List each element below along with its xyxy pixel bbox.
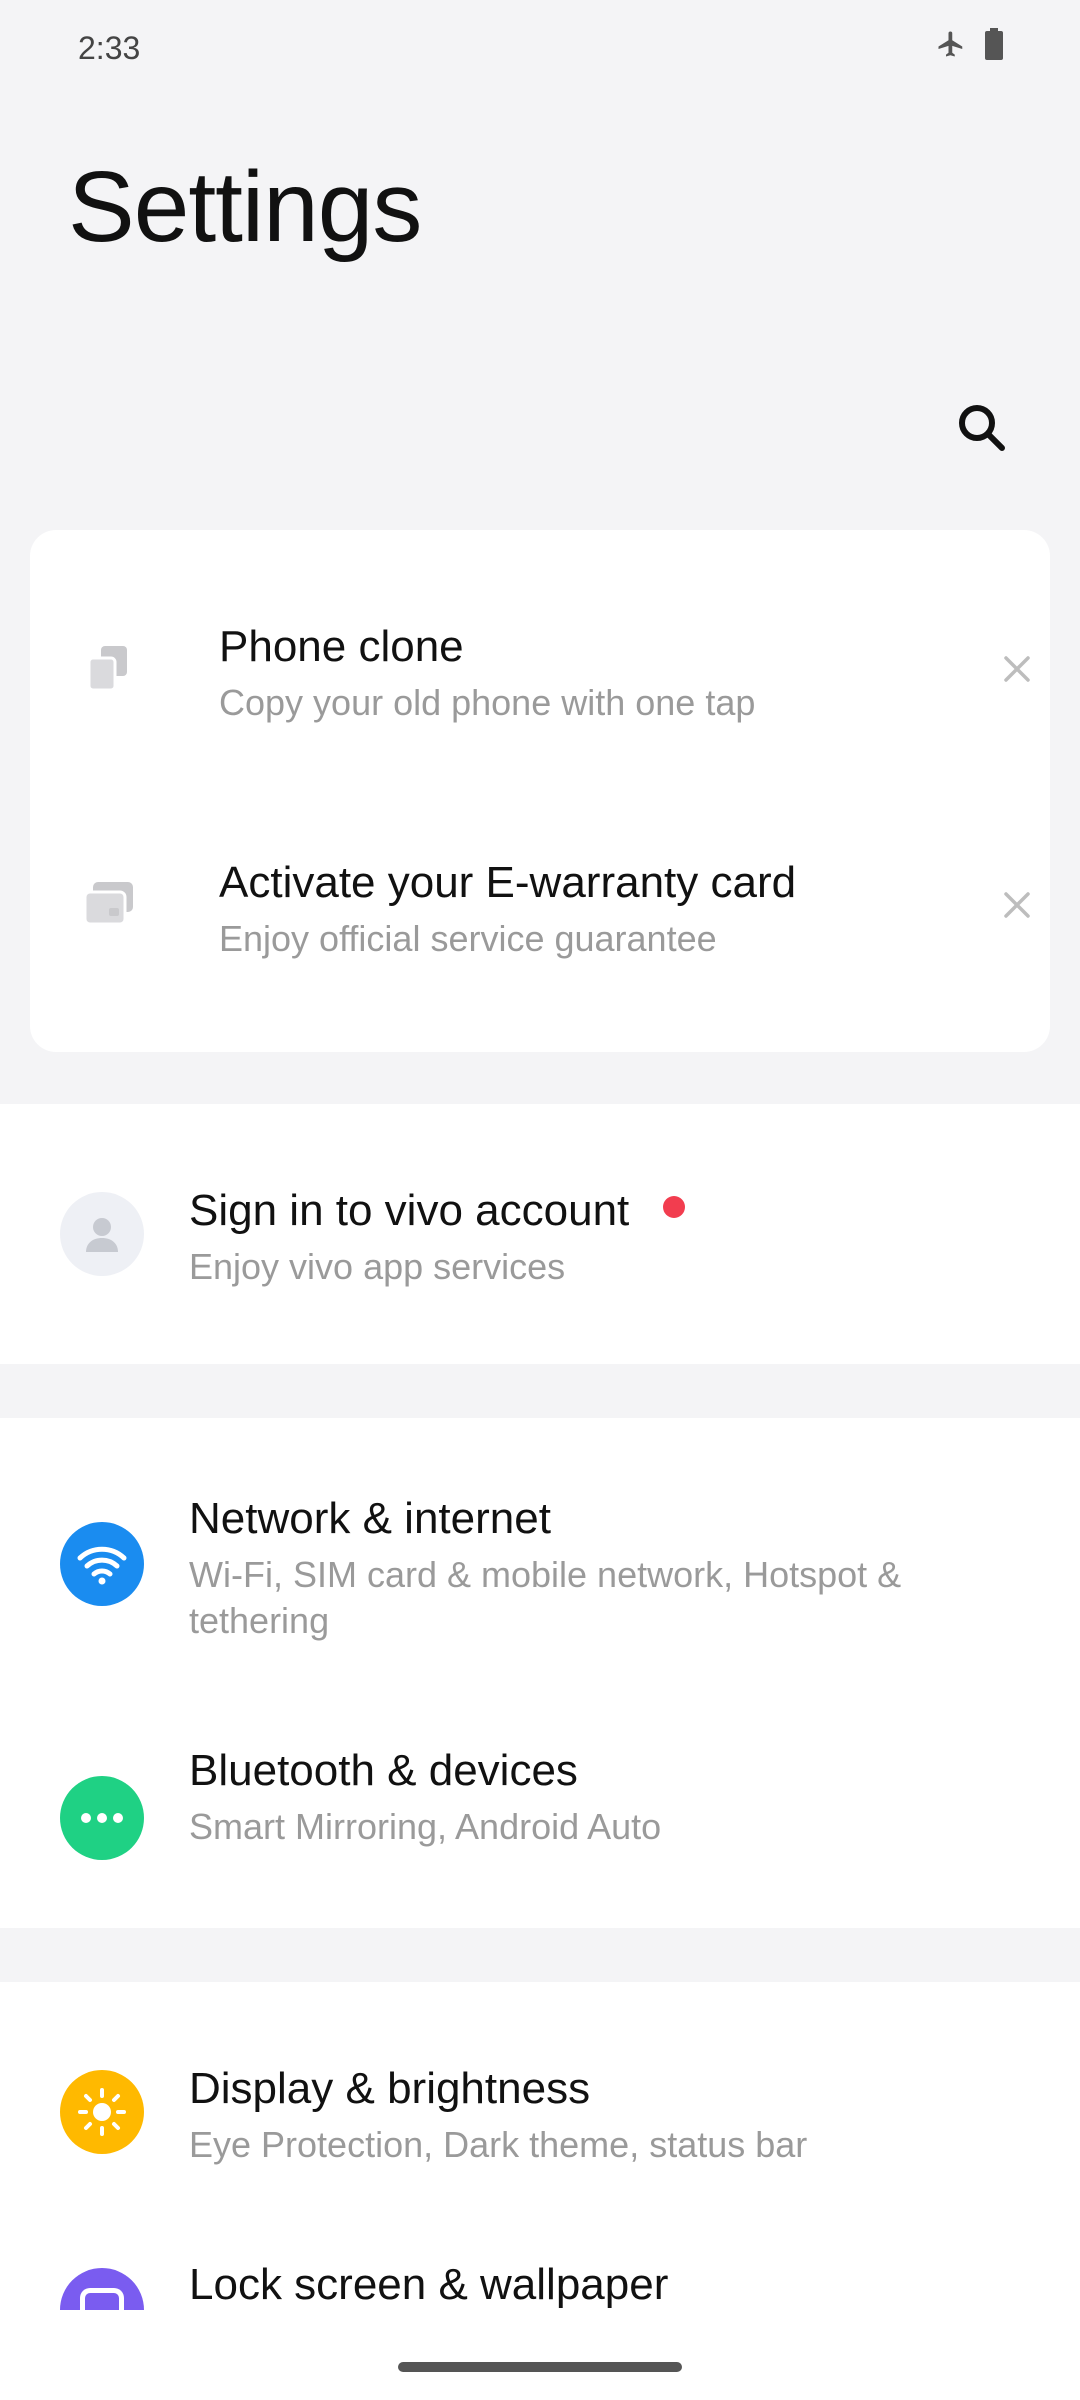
status-icons [936,28,1004,65]
network-title: Network & internet [189,1494,551,1543]
suggestion-title: Phone clone [219,622,464,671]
display-brightness-row[interactable]: Display & brightness Eye Protection, Dar… [0,1982,1080,2198]
warranty-card-icon [67,862,151,946]
account-avatar-icon [60,1192,144,1276]
battery-icon [984,28,1004,65]
suggestion-phone-clone[interactable]: Phone clone Copy your old phone with one… [30,530,1050,766]
notification-dot [663,1196,685,1218]
network-subtitle: Wi-Fi, SIM card & mobile network, Hotspo… [189,1554,902,1641]
suggestion-subtitle: Copy your old phone with one tap [219,682,756,723]
suggestion-subtitle: Enjoy official service guarantee [219,918,717,959]
phone-clone-icon [67,626,151,710]
dismiss-e-warranty-button[interactable] [990,878,1044,932]
network-internet-row[interactable]: Network & internet Wi-Fi, SIM card & mob… [0,1418,1080,1676]
close-icon [1004,656,1030,682]
search-icon [959,405,1005,451]
bluetooth-devices-row[interactable]: Bluetooth & devices Smart Mirroring, And… [0,1676,1080,1928]
suggestions-card: Phone clone Copy your old phone with one… [30,530,1050,1052]
personalization-section: Display & brightness Eye Protection, Dar… [0,1982,1080,2400]
lock-screen-icon [60,2268,144,2310]
status-bar: 2:33 [0,0,1080,96]
sign-in-account-row[interactable]: Sign in to vivo account Enjoy vivo app s… [0,1104,1080,1364]
home-indicator[interactable] [398,2362,682,2372]
page-title: Settings [68,151,422,263]
display-title: Display & brightness [189,2064,591,2113]
close-icon [1004,892,1030,918]
status-time: 2:33 [78,30,141,66]
lock-screen-wallpaper-row[interactable]: Lock screen & wallpaper [0,2198,1080,2328]
sun-icon [60,2070,144,2154]
account-title: Sign in to vivo account [189,1186,630,1235]
account-section: Sign in to vivo account Enjoy vivo app s… [0,1104,1080,1364]
search-button[interactable] [950,396,1012,458]
lockscreen-title: Lock screen & wallpaper [189,2260,669,2309]
account-subtitle: Enjoy vivo app services [189,1246,566,1287]
suggestion-title: Activate your E-warranty card [219,858,797,907]
dismiss-phone-clone-button[interactable] [990,642,1044,696]
bluetooth-devices-icon [60,1776,144,1860]
wifi-icon [60,1522,144,1606]
airplane-mode-icon [936,29,966,64]
suggestion-e-warranty[interactable]: Activate your E-warranty card Enjoy offi… [30,766,1050,1052]
connectivity-section: Network & internet Wi-Fi, SIM card & mob… [0,1418,1080,1928]
display-subtitle: Eye Protection, Dark theme, status bar [189,2124,808,2165]
bluetooth-subtitle: Smart Mirroring, Android Auto [189,1806,662,1847]
bluetooth-title: Bluetooth & devices [189,1746,578,1795]
